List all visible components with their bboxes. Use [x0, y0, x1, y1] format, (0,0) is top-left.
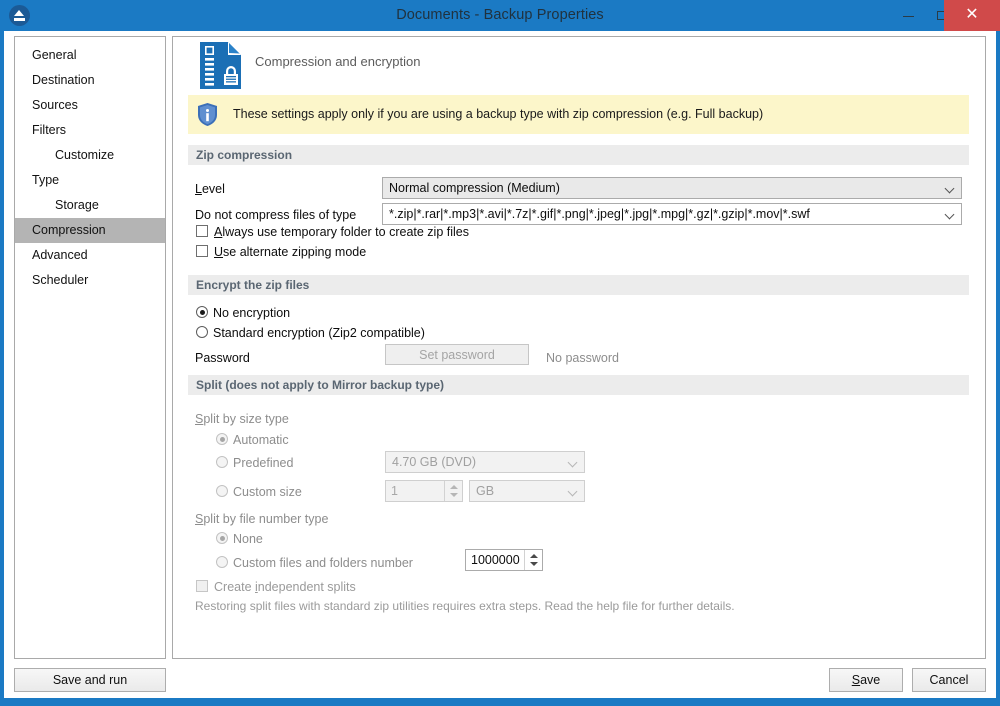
sidebar-item-customize[interactable]: Customize — [15, 143, 165, 168]
custom-file-number-value: 1000000 — [471, 553, 520, 567]
checkbox-temp-folder-label: Always use temporary folder to create zi… — [214, 225, 469, 239]
level-label: Level — [195, 182, 225, 196]
radio-standard-encryption-button — [196, 326, 208, 338]
custom-file-number-stepper[interactable]: 1000000 — [465, 549, 543, 571]
stepper-down-icon[interactable] — [450, 493, 458, 497]
title-bar: Documents - Backup Properties ✕ — [0, 0, 1000, 31]
password-status: No password — [546, 351, 619, 365]
radio-no-encryption-label: No encryption — [213, 306, 291, 320]
chevron-down-icon — [569, 459, 577, 467]
custom-file-number-stepper-buttons[interactable] — [524, 550, 542, 570]
compression-level-select[interactable]: Normal compression (Medium) — [382, 177, 962, 199]
checkbox-independent-splits-box — [196, 580, 208, 592]
radio-custom-file-number-button — [216, 556, 228, 568]
stepper-up-icon[interactable] — [530, 554, 538, 558]
zip-document-lock-icon — [200, 42, 241, 89]
radio-number-none-button — [216, 532, 228, 544]
chevron-down-icon — [946, 211, 954, 219]
cancel-button[interactable]: Cancel — [912, 668, 986, 692]
close-icon: ✕ — [965, 6, 979, 23]
checkbox-alternate-zip-label: Use alternate zipping mode — [214, 245, 367, 259]
predefined-size-select[interactable]: 4.70 GB (DVD) — [385, 451, 585, 473]
sidebar-item-filters[interactable]: Filters — [15, 118, 165, 143]
checkbox-alternate-zip-box — [196, 245, 208, 257]
info-shield-icon — [198, 103, 217, 126]
close-button[interactable]: ✕ — [944, 0, 1000, 31]
sidebar-item-compression[interactable]: Compression — [15, 218, 165, 243]
sidebar-item-storage[interactable]: Storage — [15, 193, 165, 218]
save-and-run-button[interactable]: Save and run — [14, 668, 166, 692]
stepper-up-icon[interactable] — [450, 485, 458, 489]
section-header-zip-compression: Zip compression — [188, 145, 969, 165]
page-title: Compression and encryption — [255, 54, 421, 69]
custom-size-stepper-buttons[interactable] — [444, 481, 462, 501]
sidebar-item-sources[interactable]: Sources — [15, 93, 165, 118]
exclude-types-combo[interactable]: *.zip|*.rar|*.mp3|*.avi|*.7z|*.gif|*.png… — [382, 203, 962, 225]
radio-split-predefined-button — [216, 456, 228, 468]
custom-size-stepper[interactable]: 1 — [385, 480, 463, 502]
radio-standard-encryption-label: Standard encryption (Zip2 compatible) — [213, 326, 425, 340]
set-password-button[interactable]: Set password — [385, 344, 529, 365]
page-header: Compression and encryption — [173, 37, 985, 94]
split-by-number-label: Split by file number type — [195, 512, 329, 526]
minimize-icon — [903, 15, 914, 17]
sidebar-nav: General Destination Sources Filters Cust… — [14, 36, 166, 659]
radio-custom-file-number-label: Custom files and folders number — [233, 556, 413, 570]
compression-level-value: Normal compression (Medium) — [389, 181, 560, 195]
sidebar-item-general[interactable]: General — [15, 43, 165, 68]
radio-split-custom-size-button — [216, 485, 228, 497]
dialog-client-area: General Destination Sources Filters Cust… — [4, 31, 996, 698]
section-header-split: Split (does not apply to Mirror backup t… — [188, 375, 969, 395]
chevron-down-icon — [569, 488, 577, 496]
radio-split-automatic-label: Automatic — [233, 433, 289, 447]
custom-size-value: 1 — [391, 484, 398, 498]
radio-number-none-label: None — [233, 532, 263, 546]
sidebar-item-destination[interactable]: Destination — [15, 68, 165, 93]
split-by-size-label: Split by size type — [195, 412, 289, 426]
checkbox-independent-splits-label: Create independent splits — [214, 580, 356, 594]
exclude-types-value: *.zip|*.rar|*.mp3|*.avi|*.7z|*.gif|*.png… — [389, 207, 810, 221]
stepper-down-icon[interactable] — [530, 562, 538, 566]
custom-size-unit-select[interactable]: GB — [469, 480, 585, 502]
exclude-types-label: Do not compress files of type — [195, 208, 357, 222]
radio-no-encryption-button — [196, 306, 208, 318]
radio-split-custom-size-label: Custom size — [233, 485, 302, 499]
chevron-down-icon — [946, 185, 954, 193]
sidebar-item-type[interactable]: Type — [15, 168, 165, 193]
predefined-size-value: 4.70 GB (DVD) — [392, 455, 477, 469]
split-note: Restoring split files with standard zip … — [195, 599, 735, 613]
section-header-encryption: Encrypt the zip files — [188, 275, 969, 295]
sidebar-item-scheduler[interactable]: Scheduler — [15, 268, 165, 293]
radio-split-predefined-label: Predefined — [233, 456, 294, 470]
info-banner-text: These settings apply only if you are usi… — [233, 107, 764, 121]
radio-split-automatic-button — [216, 433, 228, 445]
checkbox-temp-folder-box — [196, 225, 208, 237]
save-button[interactable]: Save — [829, 668, 903, 692]
sidebar-item-advanced[interactable]: Advanced — [15, 243, 165, 268]
backup-properties-window: Documents - Backup Properties ✕ General … — [0, 0, 1000, 706]
window-title: Documents - Backup Properties — [396, 7, 604, 23]
info-banner: These settings apply only if you are usi… — [188, 95, 969, 134]
custom-size-unit-value: GB — [476, 484, 495, 498]
password-label: Password — [195, 351, 250, 365]
settings-panel: Compression and encryption These setting… — [172, 36, 986, 659]
